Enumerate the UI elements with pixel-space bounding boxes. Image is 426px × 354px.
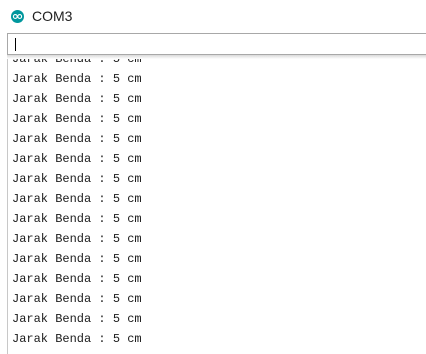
title-bar: COM3 [0, 0, 426, 32]
serial-output-line: Jarak Benda : 5 cm [12, 312, 142, 326]
send-input[interactable] [8, 34, 426, 54]
serial-output-line: Jarak Benda : 5 cm [12, 59, 142, 66]
arduino-icon [11, 10, 24, 23]
serial-output-line: Jarak Benda : 5 cm [12, 212, 142, 226]
serial-output-line: Jarak Benda : 5 cm [12, 292, 142, 306]
serial-output-line: Jarak Benda : 5 cm [12, 72, 142, 86]
serial-output-line: Jarak Benda : 5 cm [12, 232, 142, 246]
text-cursor [15, 38, 16, 51]
serial-output-line: Jarak Benda : 5 cm [12, 92, 142, 106]
serial-output-area[interactable]: Jarak Benda : 5 cm Jarak Benda : 5 cm Jara… [7, 59, 426, 354]
serial-output-line: Jarak Benda : 5 cm [12, 252, 142, 266]
serial-output-line: Jarak Benda : 5 cm [12, 172, 142, 186]
serial-output-line: Jarak Benda : 5 cm [12, 132, 142, 146]
serial-output-line: Jarak Benda : 5 cm [12, 152, 142, 166]
send-input-field[interactable] [7, 33, 426, 55]
serial-output-line: Jarak Benda : 5 cm [12, 112, 142, 126]
window-title: COM3 [32, 8, 73, 24]
serial-output-line: Jarak Benda : 5 cm [12, 332, 142, 346]
serial-output-line: Jarak Benda : 5 cm [12, 272, 142, 286]
serial-output-line: Jarak Benda : 5 cm [12, 192, 142, 206]
